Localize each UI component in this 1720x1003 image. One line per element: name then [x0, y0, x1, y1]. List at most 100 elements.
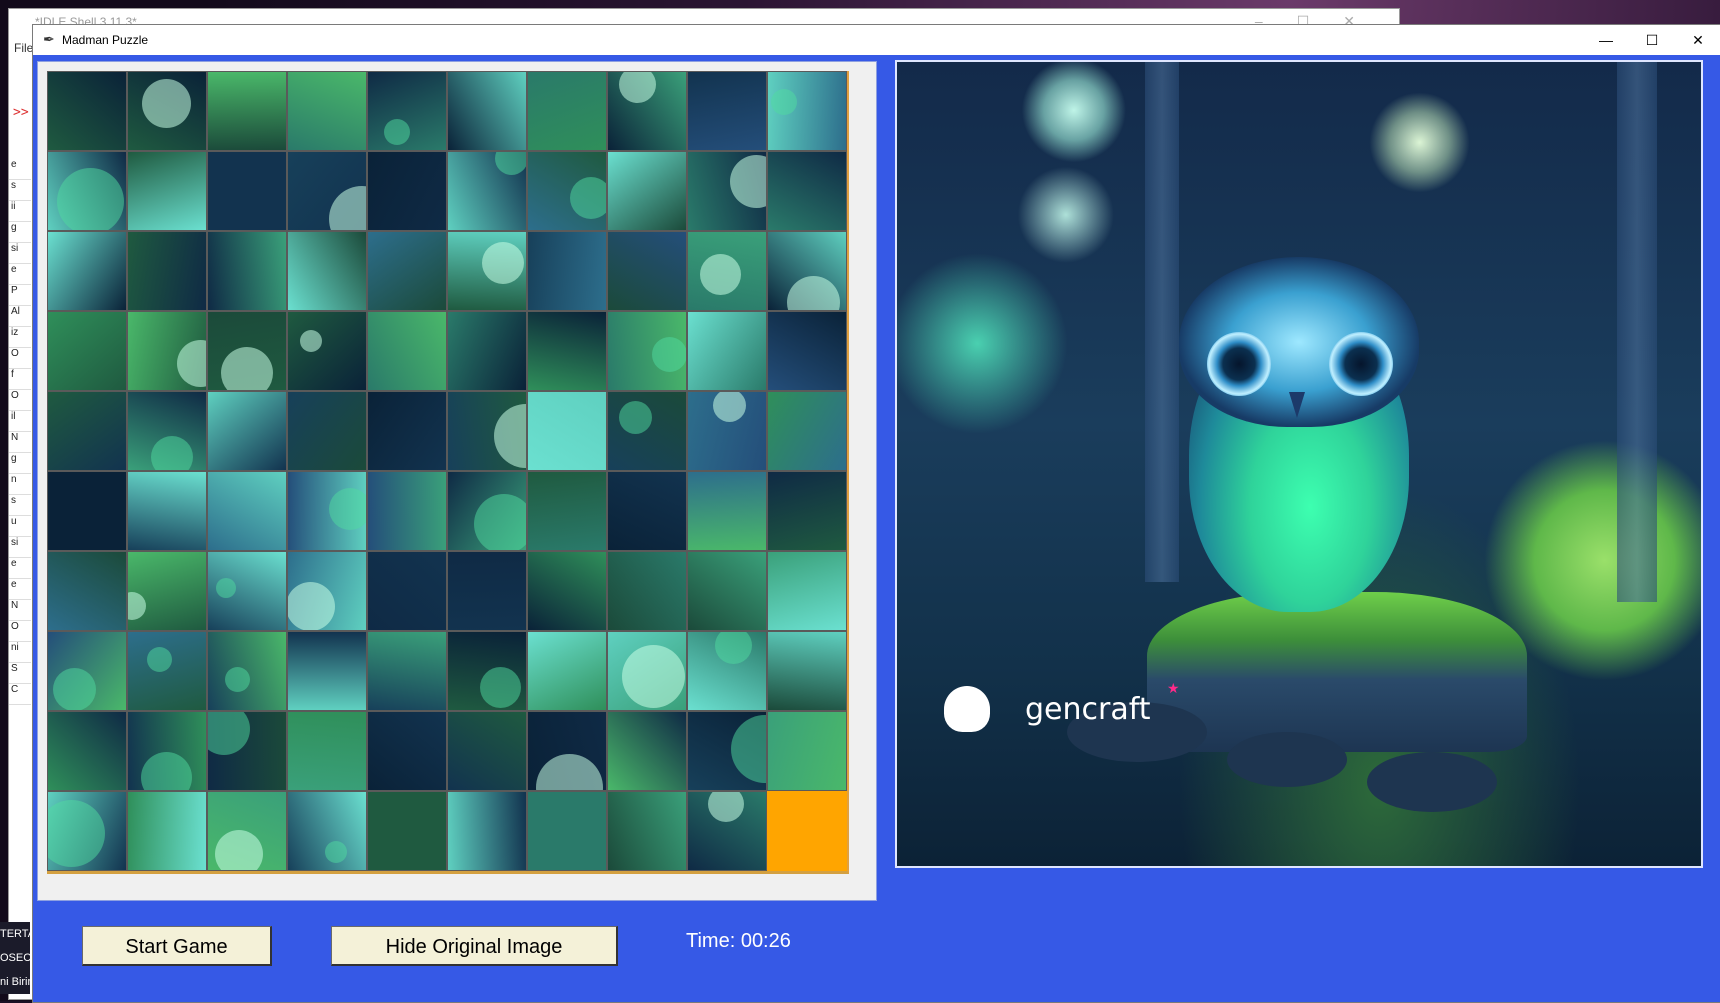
- puzzle-tile[interactable]: [287, 791, 367, 871]
- close-button[interactable]: ✕: [1675, 25, 1720, 55]
- puzzle-tile[interactable]: [687, 471, 767, 551]
- puzzle-tile[interactable]: [607, 471, 687, 551]
- puzzle-tile[interactable]: [47, 631, 127, 711]
- puzzle-tile[interactable]: [127, 791, 207, 871]
- puzzle-tile[interactable]: [447, 391, 527, 471]
- puzzle-tile[interactable]: [607, 231, 687, 311]
- puzzle-tile[interactable]: [687, 391, 767, 471]
- puzzle-tile[interactable]: [127, 711, 207, 791]
- puzzle-tile[interactable]: [207, 151, 287, 231]
- puzzle-tile[interactable]: [127, 551, 207, 631]
- puzzle-tile[interactable]: [127, 151, 207, 231]
- puzzle-tile[interactable]: [767, 551, 847, 631]
- puzzle-tile[interactable]: [607, 631, 687, 711]
- puzzle-tile[interactable]: [127, 71, 207, 151]
- puzzle-tile[interactable]: [127, 631, 207, 711]
- puzzle-tile[interactable]: [367, 631, 447, 711]
- puzzle-tile[interactable]: [207, 471, 287, 551]
- puzzle-tile[interactable]: [367, 71, 447, 151]
- puzzle-tile[interactable]: [447, 471, 527, 551]
- puzzle-tile[interactable]: [687, 311, 767, 391]
- puzzle-tile[interactable]: [207, 711, 287, 791]
- puzzle-tile[interactable]: [47, 231, 127, 311]
- puzzle-tile[interactable]: [767, 711, 847, 791]
- minimize-button[interactable]: —: [1583, 25, 1629, 55]
- start-game-button[interactable]: Start Game: [82, 926, 272, 966]
- puzzle-tile[interactable]: [687, 791, 767, 871]
- puzzle-tile[interactable]: [447, 631, 527, 711]
- puzzle-tile[interactable]: [127, 231, 207, 311]
- puzzle-tile[interactable]: [527, 471, 607, 551]
- puzzle-tile[interactable]: [687, 551, 767, 631]
- puzzle-tile[interactable]: [767, 231, 847, 311]
- puzzle-tile[interactable]: [687, 231, 767, 311]
- puzzle-tile[interactable]: [367, 551, 447, 631]
- puzzle-tile[interactable]: [47, 711, 127, 791]
- puzzle-tile[interactable]: [287, 311, 367, 391]
- puzzle-tile[interactable]: [767, 151, 847, 231]
- puzzle-tile[interactable]: [367, 231, 447, 311]
- puzzle-tile[interactable]: [47, 151, 127, 231]
- puzzle-tile[interactable]: [287, 391, 367, 471]
- puzzle-tile[interactable]: [687, 711, 767, 791]
- puzzle-tile[interactable]: [447, 791, 527, 871]
- puzzle-tile[interactable]: [527, 791, 607, 871]
- puzzle-tile[interactable]: [287, 71, 367, 151]
- puzzle-tile[interactable]: [687, 71, 767, 151]
- puzzle-tile[interactable]: [47, 471, 127, 551]
- puzzle-tile[interactable]: [447, 71, 527, 151]
- puzzle-tile[interactable]: [367, 391, 447, 471]
- puzzle-tile[interactable]: [287, 151, 367, 231]
- puzzle-tile[interactable]: [127, 311, 207, 391]
- puzzle-tile[interactable]: [47, 551, 127, 631]
- puzzle-tile[interactable]: [287, 631, 367, 711]
- puzzle-tile[interactable]: [47, 791, 127, 871]
- empty-tile[interactable]: [767, 791, 847, 871]
- puzzle-tile[interactable]: [607, 71, 687, 151]
- idle-menu-file[interactable]: File: [14, 41, 33, 55]
- puzzle-tile[interactable]: [47, 391, 127, 471]
- puzzle-tile[interactable]: [127, 391, 207, 471]
- puzzle-tile[interactable]: [207, 551, 287, 631]
- puzzle-tile[interactable]: [207, 311, 287, 391]
- puzzle-tile[interactable]: [607, 391, 687, 471]
- puzzle-tile[interactable]: [367, 471, 447, 551]
- taskbar-item[interactable]: TERTA: [0, 922, 30, 946]
- puzzle-tile[interactable]: [367, 151, 447, 231]
- puzzle-tile[interactable]: [767, 631, 847, 711]
- puzzle-tile[interactable]: [367, 791, 447, 871]
- puzzle-tile[interactable]: [367, 311, 447, 391]
- puzzle-tile[interactable]: [767, 391, 847, 471]
- puzzle-tile[interactable]: [447, 311, 527, 391]
- puzzle-tile[interactable]: [527, 711, 607, 791]
- puzzle-tile[interactable]: [447, 711, 527, 791]
- puzzle-tile[interactable]: [47, 311, 127, 391]
- puzzle-tile[interactable]: [687, 631, 767, 711]
- puzzle-tile[interactable]: [767, 71, 847, 151]
- puzzle-tile[interactable]: [207, 71, 287, 151]
- puzzle-tile[interactable]: [287, 231, 367, 311]
- puzzle-tile[interactable]: [447, 231, 527, 311]
- puzzle-tile[interactable]: [207, 391, 287, 471]
- puzzle-tile[interactable]: [607, 711, 687, 791]
- puzzle-tile[interactable]: [287, 711, 367, 791]
- puzzle-tile[interactable]: [127, 471, 207, 551]
- puzzle-tile[interactable]: [47, 71, 127, 151]
- puzzle-tile[interactable]: [207, 231, 287, 311]
- puzzle-tile[interactable]: [527, 551, 607, 631]
- puzzle-tile[interactable]: [447, 151, 527, 231]
- puzzle-tile[interactable]: [607, 311, 687, 391]
- puzzle-tile[interactable]: [367, 711, 447, 791]
- puzzle-tile[interactable]: [527, 631, 607, 711]
- hide-original-image-button[interactable]: Hide Original Image: [331, 926, 618, 966]
- puzzle-tile[interactable]: [527, 231, 607, 311]
- maximize-button[interactable]: ☐: [1629, 25, 1675, 55]
- puzzle-tile[interactable]: [287, 551, 367, 631]
- puzzle-tile[interactable]: [607, 551, 687, 631]
- puzzle-tile[interactable]: [767, 311, 847, 391]
- puzzle-tile[interactable]: [527, 391, 607, 471]
- puzzle-tile[interactable]: [527, 311, 607, 391]
- taskbar-item[interactable]: OSECO: [0, 946, 30, 970]
- title-bar[interactable]: ✒ Madman Puzzle — ☐ ✕: [33, 25, 1720, 55]
- puzzle-tile[interactable]: [607, 151, 687, 231]
